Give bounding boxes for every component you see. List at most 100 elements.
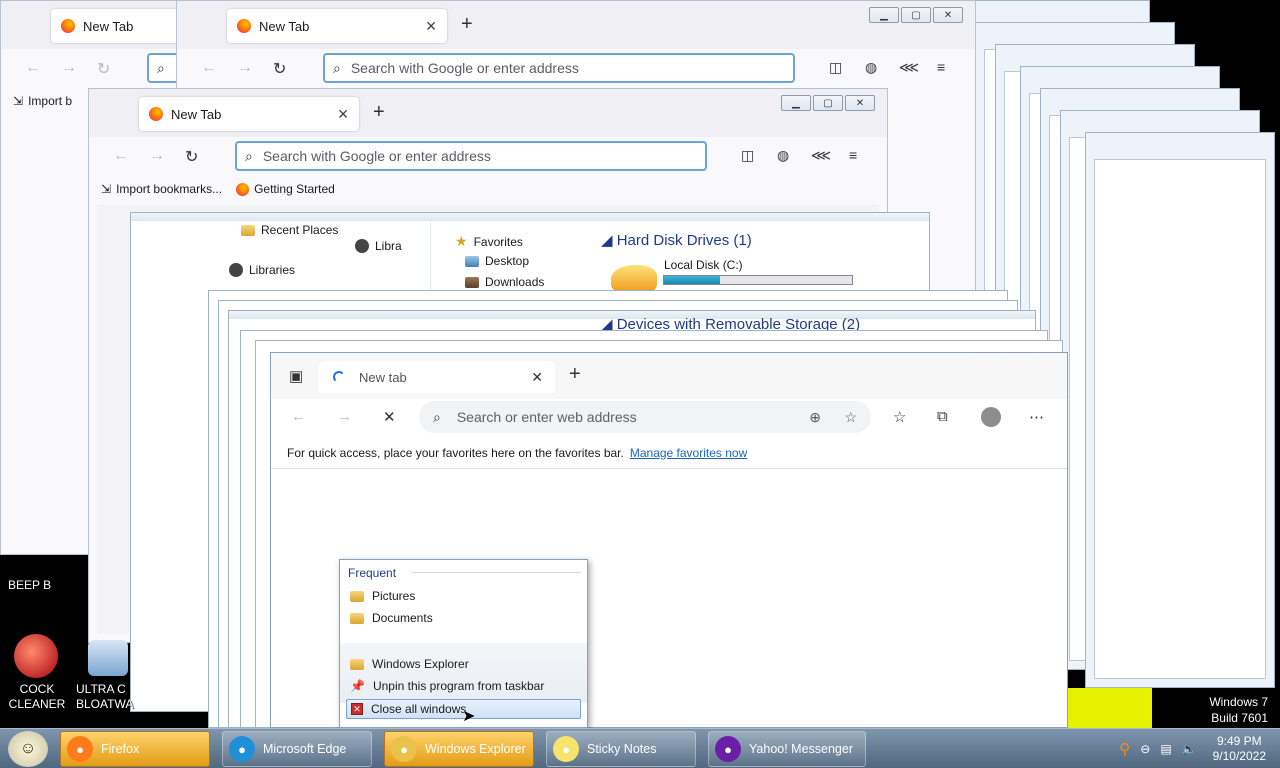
start-orb-icon: ☺ xyxy=(19,740,37,757)
stop-icon[interactable]: ✕ xyxy=(383,408,396,426)
menu-icon[interactable]: ≡ xyxy=(849,147,857,163)
disk-usage-bar xyxy=(663,275,853,285)
forward-icon[interactable]: → xyxy=(61,59,77,77)
more-options-icon[interactable]: ⋯ xyxy=(1029,408,1044,426)
jump-item-documents[interactable]: Documents xyxy=(346,608,581,628)
firefox-tab[interactable]: New Tab ✕ xyxy=(227,9,447,43)
ultra-bloatware-icon[interactable] xyxy=(88,640,128,676)
window-controls: ▁▢✕ xyxy=(869,7,963,23)
pocket-icon[interactable]: ◫ xyxy=(829,59,842,76)
new-tab-button[interactable]: + xyxy=(569,363,581,386)
jump-item-windows-explorer[interactable]: Windows Explorer xyxy=(346,654,581,674)
new-tab-button[interactable]: + xyxy=(461,13,473,36)
back-icon[interactable]: ← xyxy=(25,59,41,77)
edge-address-placeholder: Search or enter web address xyxy=(456,409,637,425)
beep-label[interactable]: BEEP B xyxy=(8,578,51,592)
cock-cleaner-label[interactable]: COCK CLEANER xyxy=(6,682,68,712)
close-tab-icon[interactable]: ✕ xyxy=(531,369,543,386)
nav-desktop[interactable]: Desktop xyxy=(465,254,529,268)
import-bookmarks-label: Import b xyxy=(28,94,73,108)
forward-icon[interactable]: → xyxy=(149,147,165,165)
yahoo-messenger-icon: ● xyxy=(715,736,741,762)
clock-time: 9:49 PM xyxy=(1216,734,1262,748)
tab-actions-icon[interactable]: ▣ xyxy=(289,367,303,385)
back-icon[interactable]: ← xyxy=(201,59,217,77)
wallpaper-highlight xyxy=(1068,688,1152,728)
minimize-icon[interactable]: ▁ xyxy=(781,95,811,111)
zoom-icon[interactable]: ⊕ xyxy=(809,409,821,426)
extensions-icon[interactable]: ⋘ xyxy=(899,59,919,76)
close-tab-icon[interactable]: ✕ xyxy=(337,106,349,123)
firefox-icon: ● xyxy=(67,736,93,762)
nav-favorites[interactable]: ★ Favorites xyxy=(455,233,523,250)
clock[interactable]: 9:49 PM 9/10/2022 xyxy=(1213,734,1266,764)
manage-favorites-link[interactable]: Manage favorites now xyxy=(630,446,747,460)
system-tray: ⚲ ⊖ ▤ 🔈 9:49 PM 9/10/2022 xyxy=(1119,729,1280,768)
back-icon[interactable]: ← xyxy=(291,408,306,425)
firefox-tab[interactable]: New Tab ✕ xyxy=(139,97,359,131)
ultra-bloatware-label[interactable]: ULTRA C BLOATWA xyxy=(76,682,136,712)
address-placeholder: Search with Google or enter address xyxy=(262,148,491,164)
firefox-address-bar[interactable]: ⌕ Search with Google or enter address xyxy=(323,53,795,83)
account-icon[interactable]: ◍ xyxy=(777,147,789,164)
jump-item-pictures[interactable]: Pictures xyxy=(346,586,581,606)
getting-started-link[interactable]: Getting Started xyxy=(236,182,335,196)
cock-cleaner-icon[interactable] xyxy=(14,634,58,678)
firefox-tab-title: New Tab xyxy=(259,18,310,34)
new-tab-button[interactable]: + xyxy=(373,101,385,124)
desktop: New Tab ← → ↻ ⌕ ⇲ Import b New Tab ✕ + ▁… xyxy=(0,0,1280,728)
start-button[interactable]: ☺ xyxy=(8,731,48,767)
loading-icon xyxy=(333,371,345,383)
nav-downloads[interactable]: Downloads xyxy=(465,275,544,289)
maximize-icon[interactable]: ▢ xyxy=(901,7,931,23)
extensions-icon[interactable]: ⋘ xyxy=(811,147,831,164)
edge-address-bar[interactable]: ⌕ Search or enter web address ⊕ ☆ xyxy=(419,401,871,433)
firefox-icon xyxy=(237,19,251,33)
reload-icon[interactable]: ↻ xyxy=(97,59,110,79)
reload-icon[interactable]: ↻ xyxy=(185,147,198,167)
back-icon[interactable]: ← xyxy=(113,147,129,165)
edge-tab[interactable]: New tab ✕ xyxy=(319,361,555,393)
favorites-icon[interactable]: ☆ xyxy=(893,408,906,426)
minimize-icon[interactable]: ▁ xyxy=(869,7,899,23)
profile-icon[interactable] xyxy=(981,407,1001,427)
menu-icon[interactable]: ≡ xyxy=(937,59,945,75)
forward-icon[interactable]: → xyxy=(237,59,253,77)
import-bookmarks-link[interactable]: ⇲ Import bookmarks... xyxy=(101,182,222,196)
local-disk-label[interactable]: Local Disk (C:) xyxy=(664,258,743,272)
network-icon[interactable]: ▤ xyxy=(1160,742,1171,756)
taskbar-firefox[interactable]: ● Firefox xyxy=(60,731,210,767)
taskbar-yahoo-messenger[interactable]: ● Yahoo! Messenger xyxy=(708,731,866,767)
search-tray-icon[interactable]: ⚲ xyxy=(1119,740,1130,758)
pocket-icon[interactable]: ◫ xyxy=(741,147,754,164)
forward-icon[interactable]: → xyxy=(337,408,352,425)
reload-icon[interactable]: ↻ xyxy=(273,59,286,79)
firefox-address-bar[interactable]: ⌕ Search with Google or enter address xyxy=(235,141,707,171)
close-icon[interactable]: ✕ xyxy=(845,95,875,111)
close-tab-icon[interactable]: ✕ xyxy=(425,18,437,35)
taskbar-edge[interactable]: ● Microsoft Edge xyxy=(222,731,372,767)
drive-icon xyxy=(611,265,657,293)
firefox-tab[interactable]: New Tab xyxy=(51,9,179,43)
search-icon: ⌕ xyxy=(245,147,253,164)
firefox-icon xyxy=(61,19,75,33)
nav-recent-places[interactable]: Recent Places xyxy=(241,223,338,237)
jump-item-unpin[interactable]: 📌 Unpin this program from taskbar xyxy=(346,676,581,696)
close-icon[interactable]: ✕ xyxy=(933,7,963,23)
minus-tray-icon[interactable]: ⊖ xyxy=(1140,742,1150,756)
mouse-cursor-icon: ➤ xyxy=(462,708,476,725)
taskbar-windows-explorer[interactable]: ● Windows Explorer xyxy=(384,731,534,767)
edge-icon: ● xyxy=(229,736,255,762)
nav-libraries-2[interactable]: Libra xyxy=(355,239,402,253)
search-icon: ⌕ xyxy=(333,59,341,76)
nav-libraries[interactable]: Libraries xyxy=(229,263,295,277)
volume-icon[interactable]: 🔈 xyxy=(1182,742,1197,756)
favbar-hint: For quick access, place your favorites h… xyxy=(287,445,624,460)
firefox-icon xyxy=(236,182,250,196)
maximize-icon[interactable]: ▢ xyxy=(813,95,843,111)
add-favorite-icon[interactable]: ☆ xyxy=(844,409,857,426)
account-icon[interactable]: ◍ xyxy=(865,59,877,76)
collections-icon[interactable]: ⧉ xyxy=(937,408,948,425)
import-bookmarks-link[interactable]: ⇲ Import b xyxy=(13,94,72,108)
taskbar-sticky-notes[interactable]: ● Sticky Notes xyxy=(546,731,696,767)
